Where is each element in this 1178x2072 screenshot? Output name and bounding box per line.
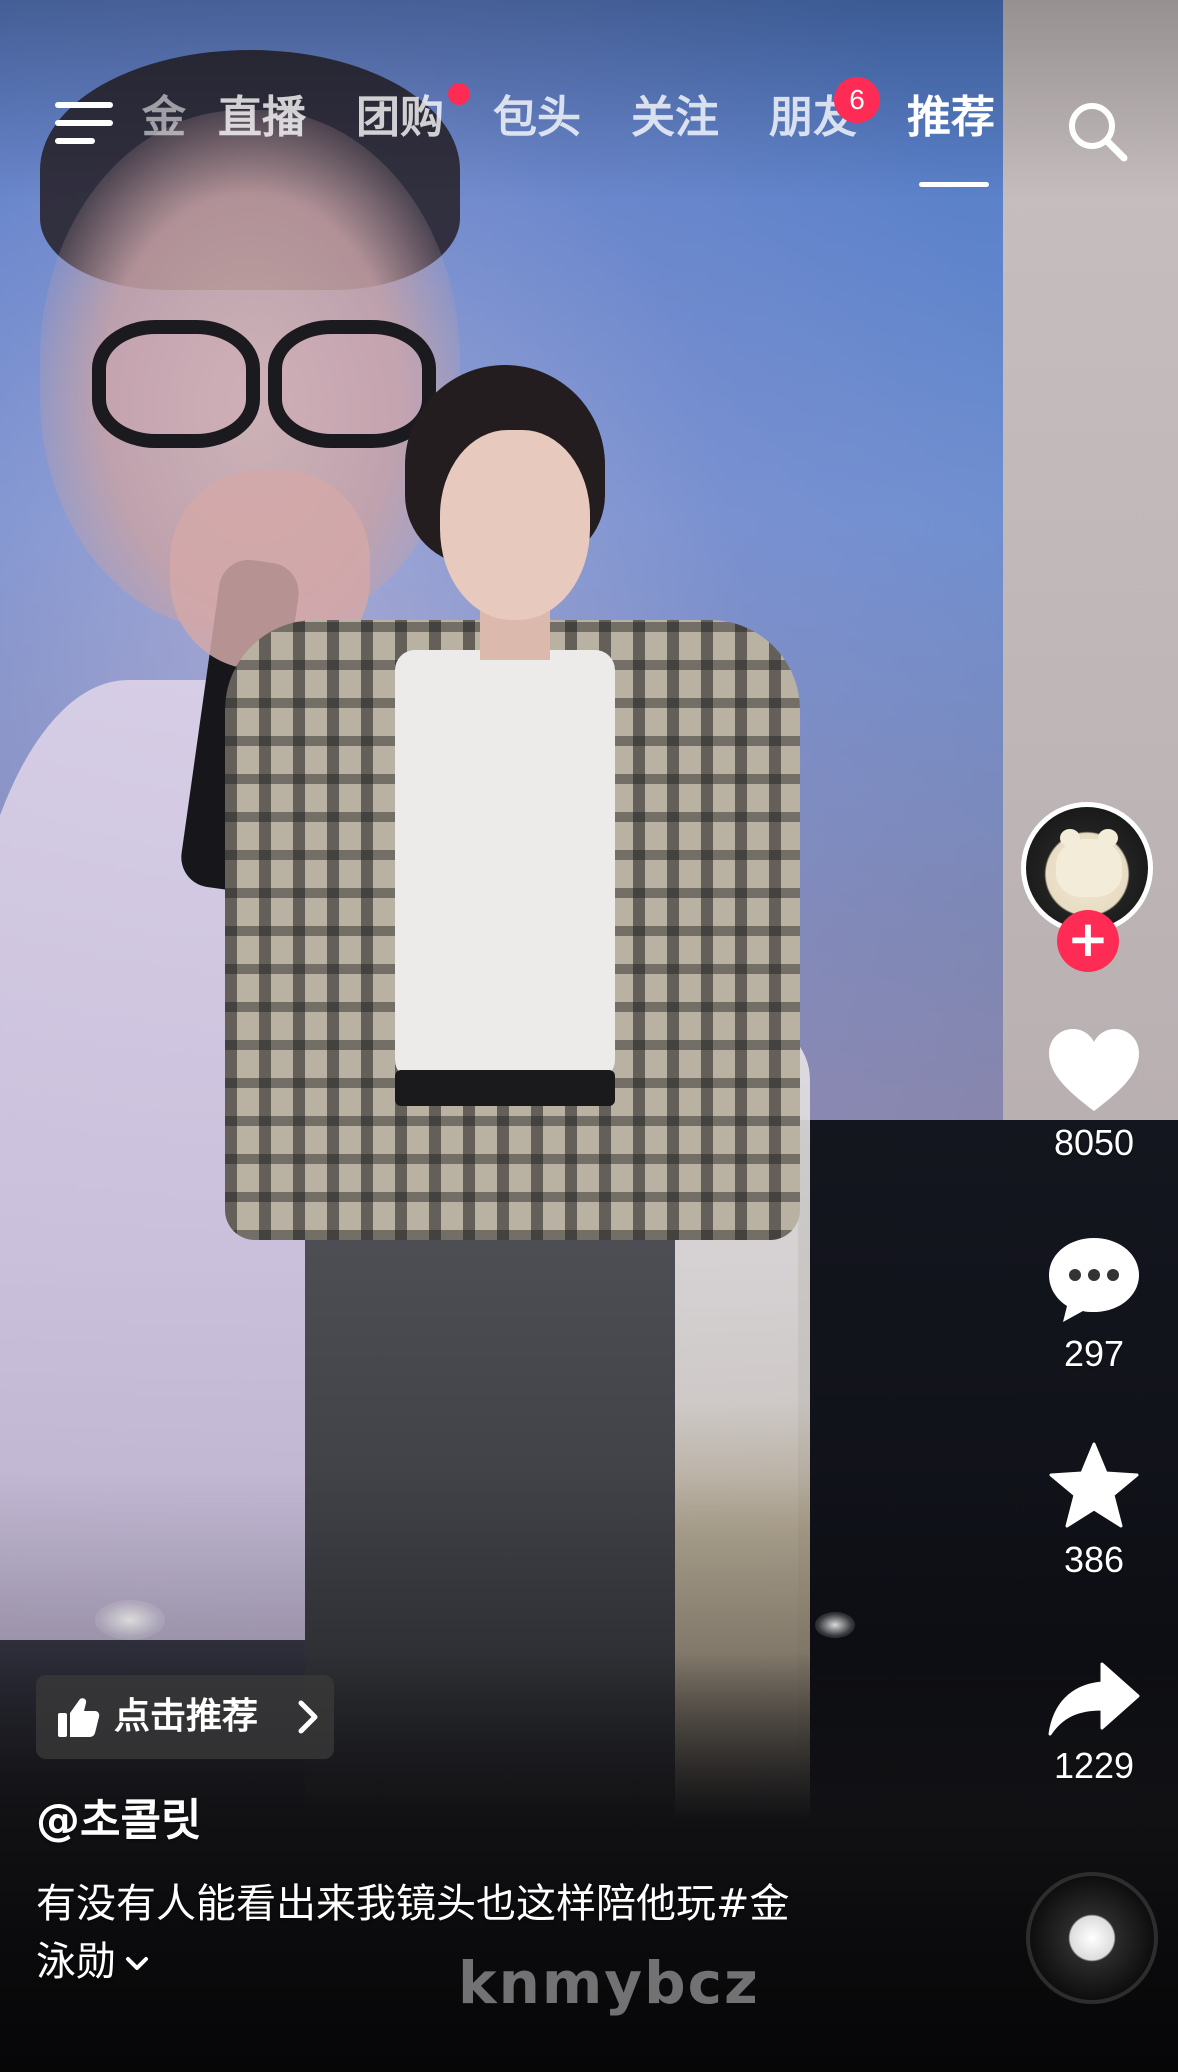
- like-action[interactable]: 8050: [1010, 1025, 1178, 1165]
- music-disc-icon[interactable]: [1026, 1872, 1158, 2004]
- follow-button[interactable]: +: [1057, 910, 1119, 972]
- tab-group-buy[interactable]: 团购: [356, 88, 444, 148]
- performer-tshirt: [395, 650, 615, 1080]
- recommend-button[interactable]: 点击推荐: [36, 1675, 334, 1759]
- friends-badge: 6: [834, 77, 880, 123]
- comment-icon[interactable]: [1045, 1234, 1143, 1326]
- author-name[interactable]: @초콜릿: [36, 1790, 201, 1852]
- video-player[interactable]: [0, 0, 1178, 2072]
- menu-icon[interactable]: [55, 100, 113, 146]
- search-icon[interactable]: [1064, 98, 1130, 164]
- thumbs-up-icon: [58, 1698, 100, 1737]
- share-icon[interactable]: [1046, 1660, 1142, 1738]
- chevron-right-icon: [298, 1700, 318, 1734]
- tab-partial[interactable]: 金: [142, 88, 186, 148]
- action-rail: + 8050 297 386 1229: [1010, 790, 1178, 2030]
- tab-local[interactable]: 包头: [493, 88, 581, 148]
- notification-dot: [448, 83, 470, 105]
- performer-belt: [395, 1070, 615, 1106]
- tab-recommended[interactable]: 推荐: [907, 88, 995, 148]
- bear-avatar-icon: [1056, 829, 1122, 897]
- comment-count: 297: [1063, 1333, 1125, 1374]
- share-action[interactable]: 1229: [1010, 1660, 1178, 1788]
- tab-following[interactable]: 关注: [631, 88, 719, 148]
- watermark: knmybcz: [458, 1949, 760, 2017]
- screen-figure-glasses-left: [92, 320, 260, 448]
- caption-line-2: 泳勋: [36, 1939, 116, 1985]
- comment-action[interactable]: 297: [1010, 1234, 1178, 1376]
- performer-face: [440, 430, 590, 620]
- active-tab-indicator: [919, 182, 989, 187]
- tab-live[interactable]: 直播: [218, 88, 306, 148]
- top-navigation: 金 直播 团购 包头 关注 朋友 6 推荐: [0, 40, 1178, 187]
- heart-icon[interactable]: [1045, 1025, 1143, 1115]
- like-count: 8050: [1053, 1122, 1135, 1163]
- favorite-action[interactable]: 386: [1010, 1440, 1178, 1582]
- star-icon[interactable]: [1046, 1440, 1142, 1532]
- caption-line-1: 有没有人能看出来我镜头也这样陪他玩#金: [36, 1881, 790, 1927]
- recommend-label: 点击推荐: [114, 1696, 259, 1737]
- expand-chevron-icon[interactable]: [124, 1953, 150, 1975]
- favorite-count: 386: [1063, 1539, 1125, 1580]
- share-count: 1229: [1053, 1745, 1135, 1786]
